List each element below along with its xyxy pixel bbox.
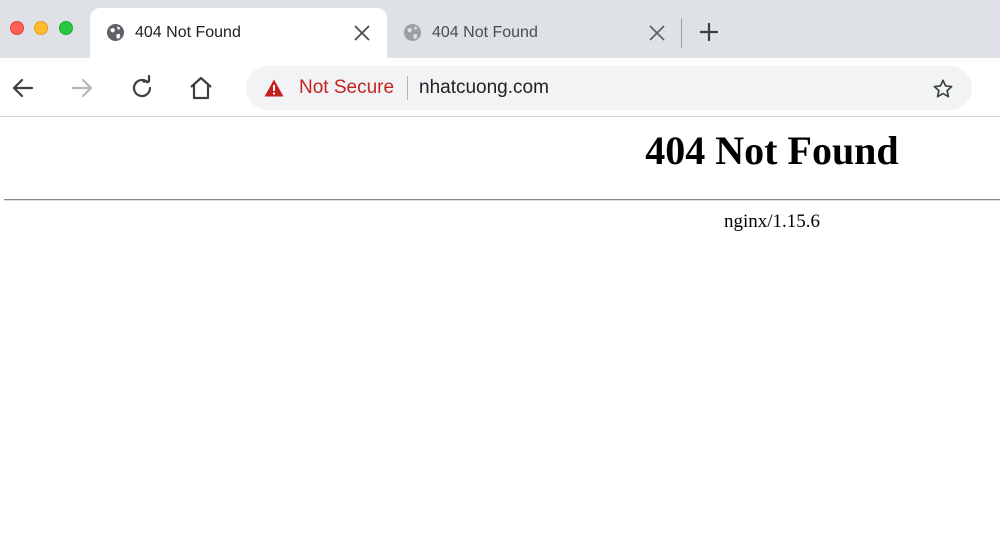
back-button[interactable] [8, 73, 38, 103]
not-secure-label[interactable]: Not Secure [299, 77, 394, 99]
tab-title: 404 Not Found [432, 24, 538, 41]
minimize-window-button[interactable] [34, 21, 48, 35]
address-bar[interactable]: Not Secure nhatcuong.com [246, 66, 972, 110]
tab-close-button[interactable] [351, 22, 373, 44]
page-heading: 404 Not Found [645, 128, 899, 173]
url-text[interactable]: nhatcuong.com [419, 77, 549, 99]
page-content: 404 Not Found nginx/1.15.6 [0, 118, 1000, 535]
globe-icon [403, 23, 422, 42]
reload-icon [132, 75, 152, 98]
horizontal-rule [4, 199, 1000, 201]
tab-close-button[interactable] [646, 22, 668, 44]
tab-active[interactable]: 404 Not Found [90, 8, 387, 58]
bookmark-star-button[interactable] [931, 77, 955, 101]
forward-button[interactable] [67, 73, 97, 103]
server-signature: nginx/1.15.6 [723, 211, 821, 232]
plus-icon [700, 23, 718, 41]
globe-icon [106, 23, 125, 42]
new-tab-button[interactable] [697, 20, 721, 44]
star-icon [933, 79, 953, 98]
tab-strip: 404 Not Found 404 Not Found [0, 0, 1000, 58]
address-divider [407, 76, 408, 100]
zoom-window-button[interactable] [59, 21, 73, 35]
close-icon [649, 25, 665, 41]
reload-button[interactable] [127, 73, 157, 103]
tab-inactive[interactable]: 404 Not Found [387, 8, 677, 58]
home-button[interactable] [186, 73, 216, 103]
close-window-button[interactable] [10, 21, 24, 35]
warning-triangle-icon[interactable] [264, 78, 284, 98]
tab-title: 404 Not Found [135, 24, 241, 41]
tab-divider [681, 18, 682, 48]
browser-toolbar: Not Secure nhatcuong.com [0, 58, 1000, 117]
home-icon [190, 76, 212, 100]
close-icon [354, 25, 370, 41]
arrow-right-icon [71, 78, 93, 98]
arrow-left-icon [12, 78, 34, 98]
